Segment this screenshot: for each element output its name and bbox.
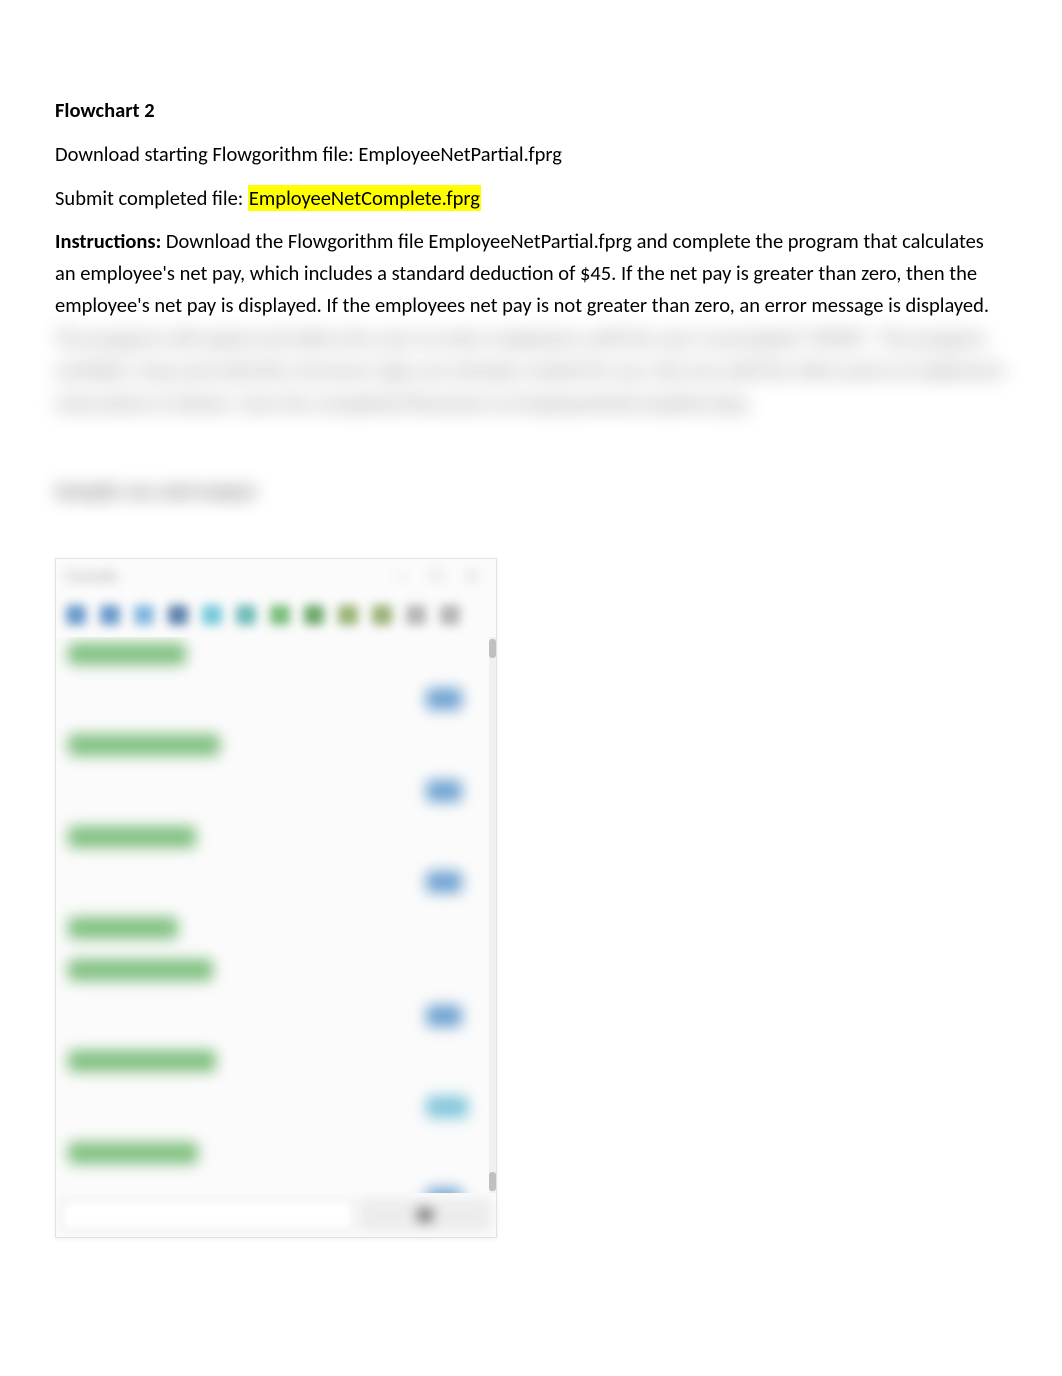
- toolbar-icon-3[interactable]: [134, 605, 154, 625]
- console-output-line: [68, 1142, 481, 1174]
- instructions-body: Download the Flowgorithm file EmployeeNe…: [55, 228, 989, 318]
- console-scrollbar[interactable]: [489, 637, 496, 1193]
- console-output-line: [68, 959, 481, 991]
- scrollbar-thumb-top[interactable]: [489, 639, 496, 658]
- toolbar-icon-1[interactable]: [66, 605, 86, 625]
- minimize-icon[interactable]: —: [394, 566, 408, 589]
- console-input-line: [68, 871, 481, 903]
- toolbar-icon-5[interactable]: [202, 605, 222, 625]
- sample-run-label: Sample run and output: [55, 475, 1007, 508]
- enter-icon: [417, 1208, 433, 1222]
- console-output-line: [68, 826, 481, 858]
- submit-prefix: Submit completed file:: [55, 185, 248, 211]
- console-enter-button[interactable]: [360, 1200, 490, 1230]
- submit-line: Submit completed file: EmployeeNetComple…: [55, 183, 1007, 215]
- console-input-line: [68, 1096, 481, 1128]
- console-title: Console: [66, 565, 118, 590]
- submit-filename-highlight: EmployeeNetComplete.fprg: [248, 185, 481, 211]
- console-input-field[interactable]: [62, 1200, 354, 1230]
- console-input-line: [68, 688, 481, 720]
- blurred-instructions-continuation: The program will repeat and allow the us…: [55, 325, 1004, 417]
- window-controls: — ☐ ✕: [394, 566, 486, 589]
- console-output-line: [68, 917, 481, 949]
- toolbar-icon-12[interactable]: [440, 605, 460, 625]
- console-body: [56, 637, 489, 1193]
- toolbar-icon-9[interactable]: [338, 605, 358, 625]
- toolbar-icon-7[interactable]: [270, 605, 290, 625]
- download-line: Download starting Flowgorithm file: Empl…: [55, 139, 1007, 171]
- console-input-line: [68, 1005, 481, 1037]
- maximize-icon[interactable]: ☐: [430, 566, 443, 589]
- console-title-bar: Console — ☐ ✕: [56, 559, 496, 597]
- toolbar-icon-11[interactable]: [406, 605, 426, 625]
- toolbar-icon-6[interactable]: [236, 605, 256, 625]
- toolbar-icon-10[interactable]: [372, 605, 392, 625]
- console-toolbar: [56, 597, 496, 633]
- console-window: Console — ☐ ✕: [55, 558, 497, 1238]
- console-input-line: [68, 780, 481, 812]
- instructions-label: Instructions:: [55, 228, 161, 254]
- toolbar-icon-4[interactable]: [168, 605, 188, 625]
- console-output-line: [68, 1050, 481, 1082]
- toolbar-icon-2[interactable]: [100, 605, 120, 625]
- scrollbar-thumb-bottom[interactable]: [489, 1172, 496, 1191]
- flowchart-heading: Flowchart 2: [55, 95, 1007, 127]
- instructions-paragraph: Instructions: Download the Flowgorithm f…: [55, 226, 1007, 420]
- console-output-line: [68, 643, 481, 675]
- console-input-bar: [56, 1193, 496, 1237]
- toolbar-icon-8[interactable]: [304, 605, 324, 625]
- close-icon[interactable]: ✕: [465, 566, 478, 589]
- console-output-line: [68, 734, 481, 766]
